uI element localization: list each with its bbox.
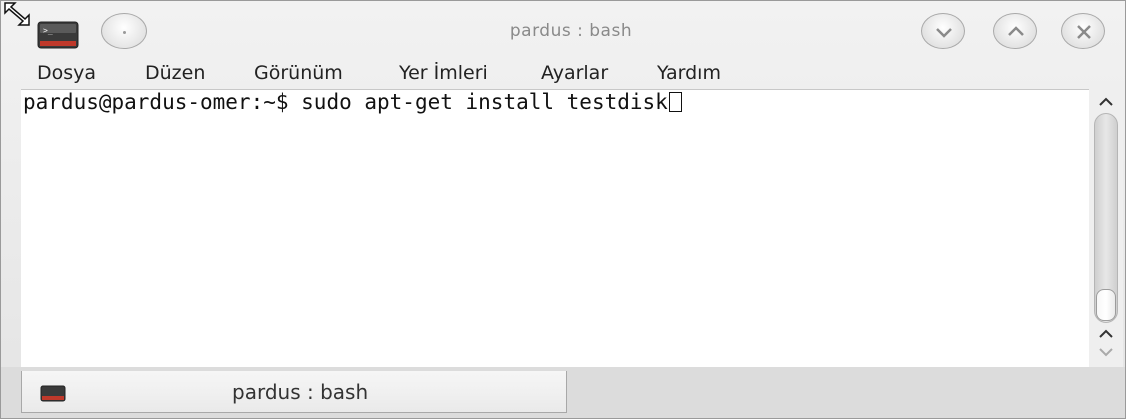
scroll-down-icon[interactable] [1095, 343, 1117, 361]
svg-text:>_: >_ [43, 26, 53, 35]
command-line: pardus@pardus-omer:~$ sudo apt-get insta… [23, 90, 682, 114]
resize-icon[interactable] [3, 1, 35, 29]
menu-dosya[interactable]: Dosya [37, 62, 96, 84]
terminal-output[interactable]: pardus@pardus-omer:~$ sudo apt-get insta… [21, 89, 1089, 368]
terminal-icon[interactable]: >_ [37, 19, 79, 49]
maximize-button[interactable] [993, 13, 1037, 49]
menu-yardim[interactable]: Yardım [657, 62, 721, 84]
tab-label: pardus : bash [232, 380, 369, 404]
close-button[interactable] [1061, 13, 1105, 49]
menu-duzen[interactable]: Düzen [145, 62, 205, 84]
menu-gorunum[interactable]: Görünüm [254, 62, 343, 84]
chevron-up-icon [1008, 26, 1024, 36]
menu-yer-imleri[interactable]: Yer İmleri [399, 62, 488, 84]
shell-prompt: pardus@pardus-omer:~$ [23, 90, 302, 114]
terminal-window: >_ pardus : bash Dosya Düzen Görünüm Yer… [0, 0, 1126, 419]
vertical-scrollbar[interactable] [1089, 89, 1123, 367]
chevron-down-icon [936, 28, 952, 38]
tab-pardus-bash[interactable]: pardus : bash [21, 371, 567, 413]
menu-bar: Dosya Düzen Görünüm Yer İmleri Ayarlar Y… [1, 61, 1125, 89]
text-cursor [668, 92, 682, 112]
menu-ayarlar[interactable]: Ayarlar [541, 62, 608, 84]
typed-command: sudo apt-get install testdisk [301, 90, 668, 114]
minimize-button[interactable] [921, 13, 965, 49]
shade-button[interactable] [101, 13, 147, 49]
scroll-up-arrow-lower-icon[interactable] [1095, 325, 1117, 343]
scroll-handle[interactable] [1096, 289, 1116, 321]
title-bar[interactable]: >_ pardus : bash [1, 1, 1125, 61]
scroll-up-icon[interactable] [1095, 93, 1117, 111]
terminal-icon [40, 385, 66, 402]
close-icon [1077, 25, 1091, 39]
tab-bar: pardus : bash [1, 367, 1125, 418]
window-title: pardus : bash [509, 21, 633, 41]
